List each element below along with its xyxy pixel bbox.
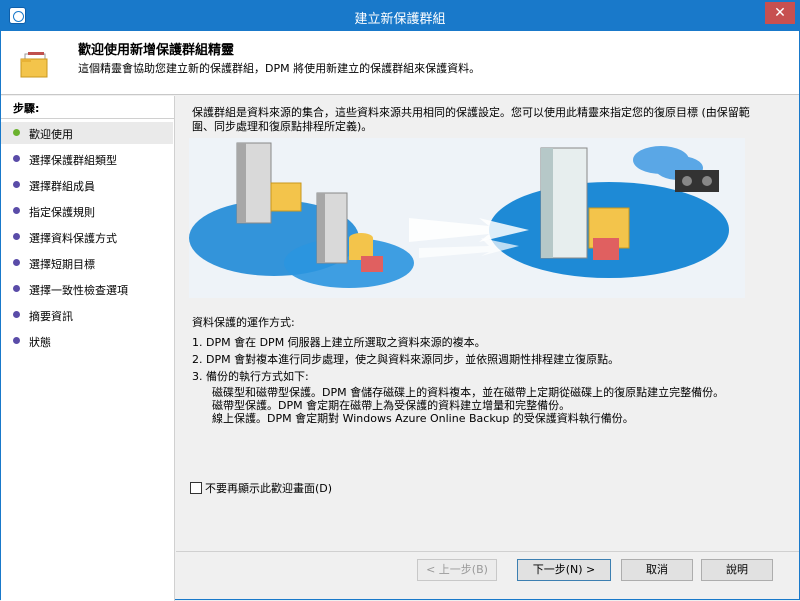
step-item: 選擇資料保護方式: [1, 226, 173, 248]
current-step-dot-icon: [13, 129, 20, 136]
step-label: 選擇群組成員: [29, 180, 95, 193]
step-item: 選擇保護群組類型: [1, 148, 173, 170]
dont-show-welcome-label: 不要再顯示此歡迎畫面(D): [205, 482, 333, 495]
backup-method: 磁碟型和磁帶型保護。DPM 會儲存磁碟上的資料複本，並在磁帶上定期從磁碟上的復原…: [212, 386, 725, 399]
how-it-works-title: 資料保護的運作方式:: [192, 316, 295, 329]
footer-divider: [176, 551, 799, 552]
steps-title: 步驟:: [13, 102, 40, 115]
step-item: 選擇一致性檢查選項: [1, 278, 173, 300]
step-item: 選擇群組成員: [1, 174, 173, 196]
how-item-text: DPM 會對複本進行同步處理，使之與資料來源同步，並依照週期性排程建立復原點。: [206, 353, 620, 366]
intro-text: 保護群組是資料來源的集合，這些資料來源共用相同的保護設定。您可以使用此精靈來指定…: [192, 106, 750, 133]
step-dot-icon: [13, 233, 20, 240]
step-dot-icon: [13, 155, 20, 162]
how-item: 2. DPM 會對複本進行同步處理，使之與資料來源同步，並依照週期性排程建立復原點…: [192, 353, 772, 367]
dont-show-welcome-checkbox[interactable]: [190, 482, 202, 494]
step-label: 指定保護規則: [29, 206, 95, 219]
protection-group-folder-icon: [20, 52, 48, 78]
header-title: 歡迎使用新增保護群組精靈: [78, 43, 235, 58]
step-dot-icon: [13, 181, 20, 188]
step-label: 選擇保護群組類型: [29, 154, 117, 167]
step-label: 選擇資料保護方式: [29, 232, 117, 245]
how-item-text: 備份的執行方式如下:: [206, 370, 309, 383]
data-protection-illustration: [189, 138, 745, 298]
content-pane: 保護群組是資料來源的集合，這些資料來源共用相同的保護設定。您可以使用此精靈來指定…: [176, 96, 799, 551]
steps-pane: 步驟: 歡迎使用選擇保護群組類型 選擇群組成員 指定保護規則選擇資料保護方式 選擇短期…: [1, 96, 175, 601]
step-label: 歡迎使用: [29, 128, 73, 141]
step-dot-icon: [13, 285, 20, 292]
window-title: 建立新保護群組: [354, 12, 446, 27]
step-dot-icon: [13, 311, 20, 318]
step-item: 選擇短期目標: [1, 252, 173, 274]
how-it-works-list: 1. DPM 會在 DPM 伺服器上建立所選取之資料來源的複本。 2. DPM 會對…: [192, 336, 772, 428]
cancel-button[interactable]: 取消: [621, 559, 693, 581]
how-item-number: 3.: [192, 370, 203, 383]
backup-methods-list: 磁碟型和磁帶型保護。DPM 會儲存磁碟上的資料複本，並在磁帶上定期從磁碟上的復原…: [212, 386, 772, 425]
header-description: 這個精靈會協助您建立新的保護群組，DPM 將使用新建立的保護群組來保護資料。: [78, 62, 481, 75]
step-dot-icon: [13, 259, 20, 266]
steps-divider: [1, 118, 175, 119]
step-item: 歡迎使用: [1, 122, 173, 144]
dont-show-welcome-option[interactable]: 不要再顯示此歡迎畫面(D): [190, 480, 332, 496]
title-bar: 建立新保護群組 ✕: [1, 1, 799, 31]
step-item: 指定保護規則: [1, 200, 173, 222]
next-button[interactable]: 下一步(N) >: [517, 559, 611, 581]
step-label: 狀態: [29, 336, 51, 349]
close-button[interactable]: ✕: [765, 2, 795, 24]
backup-method: 線上保護。DPM 會定期對 Windows Azure Online Backu…: [212, 412, 634, 425]
how-item: 1. DPM 會在 DPM 伺服器上建立所選取之資料來源的複本。: [192, 336, 772, 350]
wizard-window: 建立新保護群組 ✕ 歡迎使用新增保護群組精靈 這個精靈會協助您建立新的保護群組，…: [0, 0, 800, 601]
step-item: 摘要資訊: [1, 304, 173, 326]
step-label: 摘要資訊: [29, 310, 73, 323]
help-button[interactable]: 說明: [701, 559, 773, 581]
how-item-text: DPM 會在 DPM 伺服器上建立所選取之資料來源的複本。: [206, 336, 486, 349]
step-item: 狀態: [1, 330, 173, 352]
backup-method: 磁帶型保護。DPM 會定期在磁帶上為受保護的資料建立增量和完整備份。: [212, 399, 571, 412]
how-item-number: 1.: [192, 336, 203, 349]
wizard-header: 歡迎使用新增保護群組精靈 這個精靈會協助您建立新的保護群組，DPM 將使用新建立…: [1, 31, 799, 95]
step-dot-icon: [13, 207, 20, 214]
step-label: 選擇一致性檢查選項: [29, 284, 128, 297]
back-button[interactable]: < 上一步(B): [417, 559, 497, 581]
step-label: 選擇短期目標: [29, 258, 95, 271]
how-item: 3. 備份的執行方式如下: 磁碟型和磁帶型保護。DPM 會儲存磁碟上的資料複本，並…: [192, 370, 772, 425]
how-item-number: 2.: [192, 353, 203, 366]
step-dot-icon: [13, 337, 20, 344]
